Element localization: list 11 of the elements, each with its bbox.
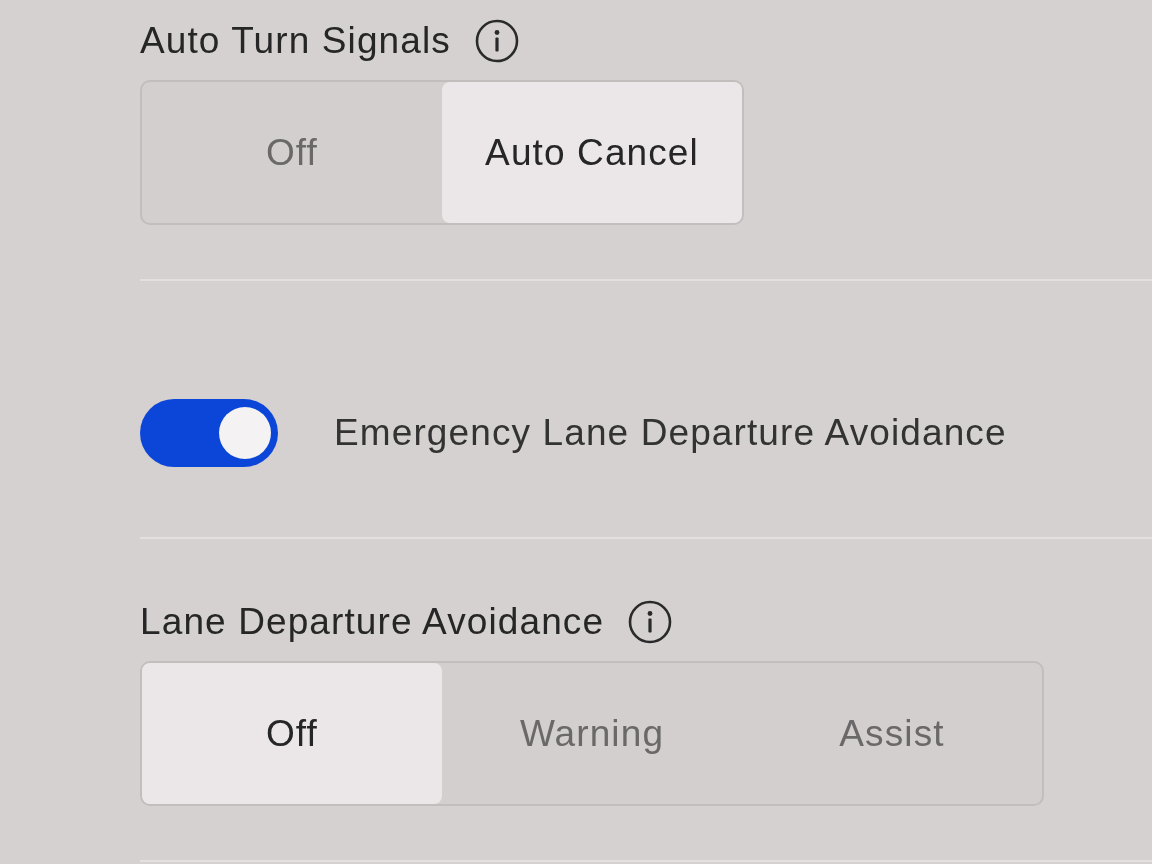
- info-icon[interactable]: [474, 19, 519, 63]
- segment-option[interactable]: Off: [142, 663, 442, 804]
- segment-option[interactable]: Off: [142, 82, 442, 223]
- setting-title: Lane Departure Avoidance: [140, 600, 605, 644]
- toggle-knob-icon: [219, 407, 271, 459]
- segment-option[interactable]: Warning: [442, 663, 742, 804]
- setting-title: Auto Turn Signals: [140, 19, 451, 63]
- segment-option[interactable]: Auto Cancel: [442, 82, 742, 223]
- segment-option[interactable]: Assist: [742, 663, 1042, 804]
- info-icon[interactable]: [628, 600, 673, 644]
- toggle-label: Emergency Lane Departure Avoidance: [334, 411, 1007, 455]
